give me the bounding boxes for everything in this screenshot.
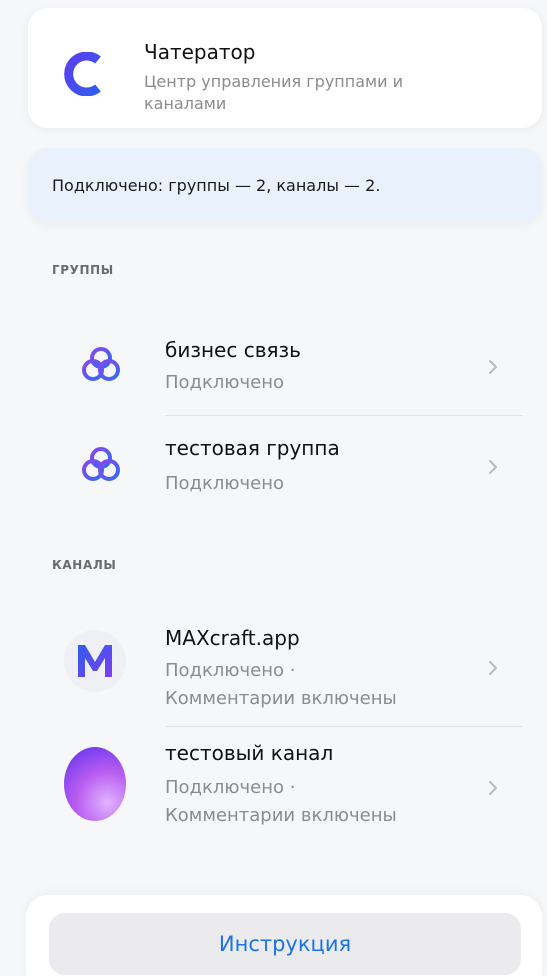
status-banner: Подключено: группы — 2, каналы — 2. — [28, 148, 542, 222]
group-status: Подключено — [165, 473, 285, 494]
app-title: Чатератор — [144, 40, 256, 64]
linked-rings-icon — [82, 447, 120, 481]
channel-item-maxcraft[interactable]: MAXcraft.app Подключено · Комментарии вк… — [0, 612, 547, 726]
channel-title: тестовый канал — [165, 741, 334, 765]
channel-item-test[interactable]: тестовый канал Подключено · Комментарии … — [0, 727, 547, 847]
group-title: тестовая группа — [165, 436, 340, 460]
m-logo-avatar — [64, 630, 126, 692]
instruction-button[interactable]: Инструкция — [49, 913, 521, 975]
group-title: бизнес связь — [165, 338, 301, 362]
group-status: Подключено — [165, 372, 285, 393]
channel-title: MAXcraft.app — [165, 626, 300, 650]
chevron-right-icon — [489, 360, 497, 374]
groups-section-header: ГРУППЫ — [52, 263, 114, 277]
app-header-card: Чатератор Центр управления группами и ка… — [28, 8, 542, 128]
m-logo-icon — [78, 645, 112, 677]
channel-comments-status: Комментарии включены — [165, 805, 397, 826]
chevron-right-icon — [489, 781, 497, 795]
channel-comments-status: Комментарии включены — [165, 688, 397, 709]
group-item-business[interactable]: бизнес связь Подключено — [0, 320, 547, 415]
chevron-right-icon — [489, 460, 497, 474]
status-text: Подключено: группы — 2, каналы — 2. — [52, 176, 381, 195]
channel-status: Подключено · — [165, 660, 296, 681]
footer-panel: Инструкция — [26, 895, 542, 976]
gradient-avatar — [64, 747, 126, 821]
channel-status: Подключено · — [165, 777, 296, 798]
chevron-right-icon — [489, 661, 497, 675]
group-item-test[interactable]: тестовая группа Подключено — [0, 416, 547, 516]
channels-section-header: КАНАЛЫ — [52, 558, 117, 572]
linked-rings-icon — [82, 347, 120, 381]
c-logo-icon — [64, 52, 101, 96]
app-subtitle: Центр управления группами и каналами — [144, 72, 403, 113]
